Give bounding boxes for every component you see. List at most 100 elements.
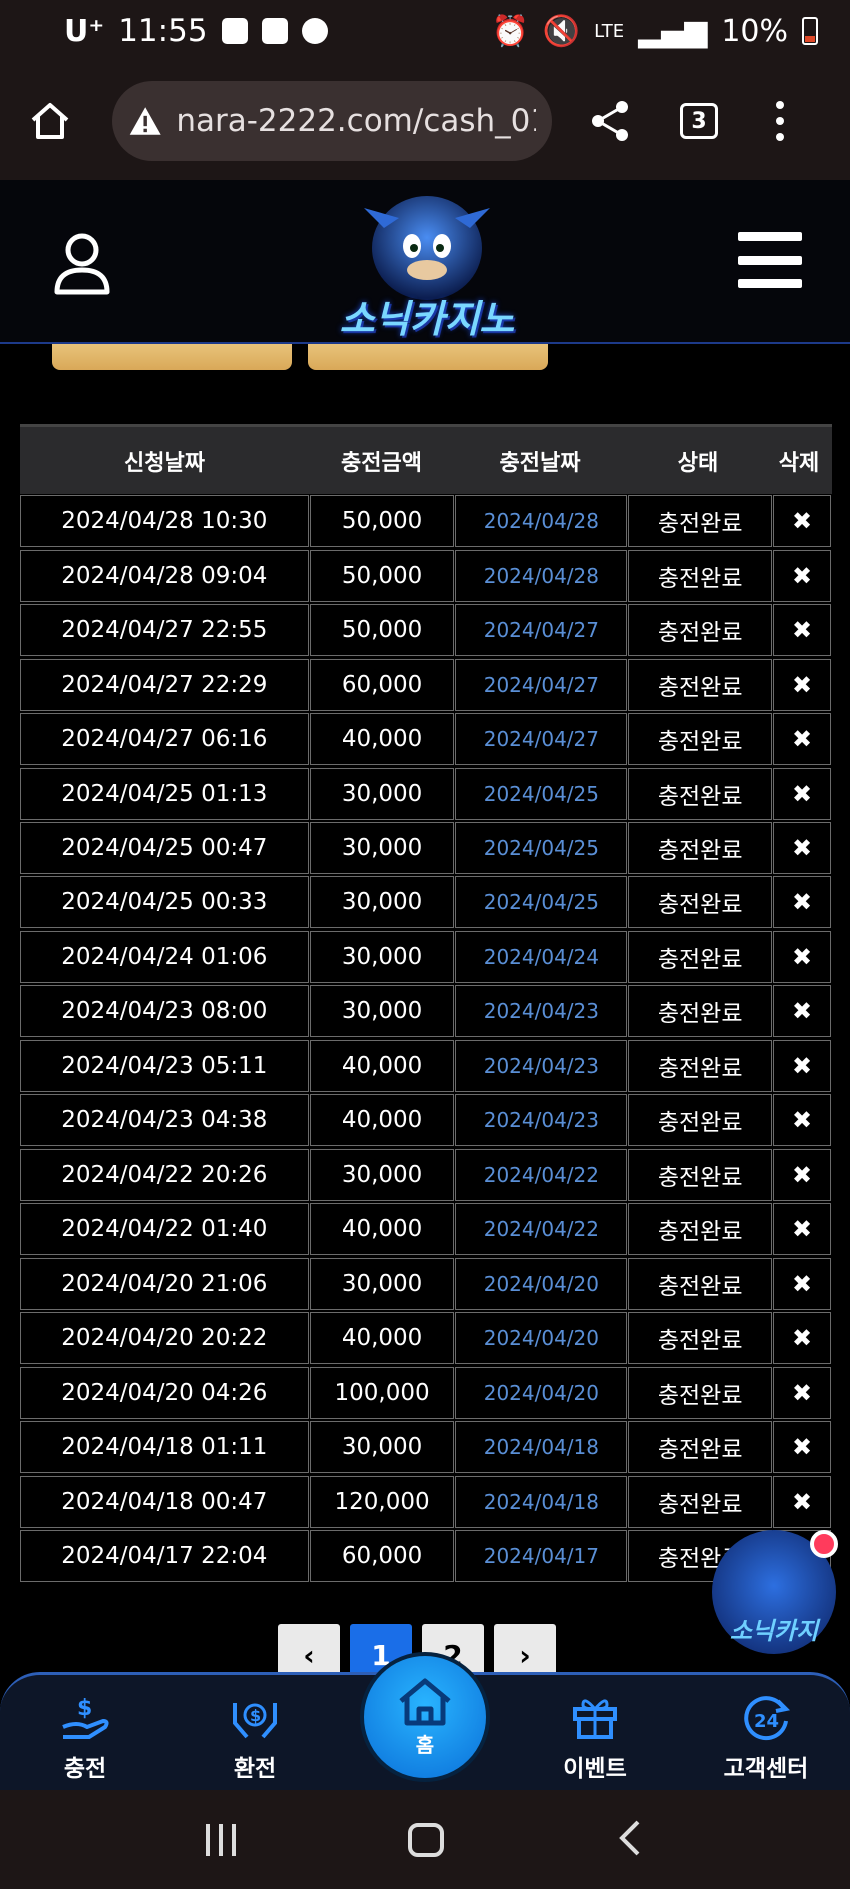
status-cell: 충전완료 xyxy=(628,495,773,548)
nav-home-button[interactable]: 홈 xyxy=(360,1652,490,1782)
tab-button-right[interactable] xyxy=(308,344,548,370)
table-row: 2024/04/20 20:22 40,000 2024/04/20 충전완료 ✖ xyxy=(20,1311,832,1365)
delete-button[interactable]: ✖ xyxy=(773,1203,832,1256)
status-cell: 충전완료 xyxy=(628,1203,773,1256)
request-date-cell: 2024/04/25 00:33 xyxy=(20,876,309,929)
status-cell: 충전완료 xyxy=(628,1094,773,1147)
logo-text: 소닉카지노 xyxy=(339,297,515,341)
delete-button[interactable]: ✖ xyxy=(773,549,832,602)
site-logo[interactable]: 소닉카지노 xyxy=(324,188,530,341)
delete-button[interactable]: ✖ xyxy=(773,658,832,711)
image-notification-icon xyxy=(221,18,248,44)
delete-button[interactable]: ✖ xyxy=(773,1094,832,1147)
table-row: 2024/04/23 08:00 30,000 2024/04/23 충전완료 ✖ xyxy=(20,984,832,1038)
delete-button[interactable]: ✖ xyxy=(773,876,832,929)
charge-date-cell: 2024/04/27 xyxy=(455,658,628,711)
charge-date-cell: 2024/04/25 xyxy=(455,822,628,874)
delete-button[interactable]: ✖ xyxy=(773,604,832,657)
status-cell: 충전완료 xyxy=(628,1475,773,1528)
table-row: 2024/04/27 06:16 40,000 2024/04/27 충전완료 ✖ xyxy=(20,712,832,766)
svg-text:$: $ xyxy=(77,1696,92,1721)
home-icon xyxy=(399,1678,451,1725)
status-cell: 충전완료 xyxy=(628,1039,773,1092)
amount-cell: 30,000 xyxy=(309,822,455,874)
site-header: 소닉카지노 xyxy=(0,180,850,344)
delete-button[interactable]: ✖ xyxy=(773,1257,832,1310)
request-date-cell: 2024/04/25 00:47 xyxy=(20,822,309,874)
nav-event[interactable]: 이벤트 xyxy=(535,1693,655,1783)
address-bar[interactable]: nara-2222.com/cash_01_1. xyxy=(112,81,552,161)
browser-home-icon[interactable] xyxy=(28,99,72,143)
battery-icon xyxy=(802,17,818,45)
tab-button-left[interactable] xyxy=(52,344,292,370)
table-row: 2024/04/25 01:13 30,000 2024/04/25 충전완료 ✖ xyxy=(20,767,832,821)
charge-date-cell: 2024/04/20 xyxy=(455,1312,628,1365)
status-cell: 충전완료 xyxy=(628,930,773,983)
nav-support[interactable]: 24 고객센터 xyxy=(706,1693,826,1783)
amount-cell: 30,000 xyxy=(309,1421,455,1474)
delete-button[interactable]: ✖ xyxy=(773,1475,832,1528)
system-home-button[interactable] xyxy=(408,1822,444,1857)
amount-cell: 40,000 xyxy=(309,1039,455,1092)
mute-icon: 🔇 xyxy=(542,13,581,49)
amount-cell: 30,000 xyxy=(309,930,455,983)
back-button[interactable] xyxy=(616,1818,644,1862)
table-header: 신청날짜 충전금액 충전날짜 상태 삭제 xyxy=(20,424,832,494)
request-date-cell: 2024/04/20 04:26 xyxy=(20,1366,309,1419)
user-icon[interactable] xyxy=(52,232,112,296)
amount-cell: 50,000 xyxy=(309,604,455,657)
nav-home-label: 홈 xyxy=(415,1732,435,1757)
hamburger-menu-icon[interactable] xyxy=(738,232,802,288)
charge-date-cell: 2024/04/18 xyxy=(455,1475,628,1528)
charge-date-cell: 2024/04/20 xyxy=(455,1257,628,1310)
request-date-cell: 2024/04/28 09:04 xyxy=(20,549,309,602)
charge-date-cell: 2024/04/18 xyxy=(455,1421,628,1474)
amount-cell: 60,000 xyxy=(309,1530,455,1583)
charge-history-table: 신청날짜 충전금액 충전날짜 상태 삭제 2024/04/28 10:30 50,… xyxy=(20,424,832,1584)
table-row: 2024/04/23 04:38 40,000 2024/04/23 충전완료 ✖ xyxy=(20,1093,832,1147)
charge-date-cell: 2024/04/28 xyxy=(455,495,628,548)
table-row: 2024/04/23 05:11 40,000 2024/04/23 충전완료 ✖ xyxy=(20,1039,832,1093)
request-date-cell: 2024/04/20 20:22 xyxy=(20,1312,309,1365)
delete-button[interactable]: ✖ xyxy=(773,985,832,1038)
delete-button[interactable]: ✖ xyxy=(773,1148,832,1201)
table-row: 2024/04/24 01:06 30,000 2024/04/24 충전완료 ✖ xyxy=(20,930,832,984)
notification-dot xyxy=(810,1530,838,1558)
browser-toolbar: nara-2222.com/cash_01_1. 3 xyxy=(0,62,850,180)
delete-button[interactable]: ✖ xyxy=(773,1421,832,1474)
table-row: 2024/04/28 09:04 50,000 2024/04/28 충전완료 ✖ xyxy=(20,549,832,603)
gift-icon xyxy=(573,1699,617,1739)
browser-menu-icon[interactable] xyxy=(776,101,784,141)
delete-button[interactable]: ✖ xyxy=(773,1366,832,1419)
delete-button[interactable]: ✖ xyxy=(773,495,832,548)
charge-icon: $ xyxy=(62,1696,109,1739)
table-row: 2024/04/22 20:26 30,000 2024/04/22 충전완료 ✖ xyxy=(20,1148,832,1202)
status-cell: 충전완료 xyxy=(628,1148,773,1201)
delete-button[interactable]: ✖ xyxy=(773,1039,832,1092)
delete-button[interactable]: ✖ xyxy=(773,822,832,874)
recents-button[interactable] xyxy=(206,1823,236,1856)
warning-icon[interactable] xyxy=(128,103,162,139)
delete-button[interactable]: ✖ xyxy=(773,713,832,766)
request-date-cell: 2024/04/23 04:38 xyxy=(20,1094,309,1147)
svg-text:$: $ xyxy=(250,1706,261,1725)
charge-date-cell: 2024/04/17 xyxy=(455,1530,628,1583)
amount-cell: 40,000 xyxy=(309,713,455,766)
tab-switcher-button[interactable]: 3 xyxy=(680,103,718,139)
amount-cell: 30,000 xyxy=(309,876,455,929)
table-row: 2024/04/17 22:04 60,000 2024/04/17 충전완료 xyxy=(20,1529,832,1583)
share-icon[interactable] xyxy=(588,99,632,143)
nav-charge[interactable]: $ 충전 xyxy=(25,1693,145,1783)
nav-exchange[interactable]: $ 환전 xyxy=(195,1693,315,1783)
nav-event-label: 이벤트 xyxy=(563,1756,627,1782)
delete-button[interactable]: ✖ xyxy=(773,1312,832,1365)
delete-button[interactable]: ✖ xyxy=(773,767,832,820)
system-navigation-bar xyxy=(0,1790,850,1889)
table-row: 2024/04/20 04:26 100,000 2024/04/20 충전완료 ✖ xyxy=(20,1366,832,1420)
amount-cell: 50,000 xyxy=(309,549,455,602)
floating-chat-badge[interactable]: 소닉카지 xyxy=(712,1530,838,1654)
url-text[interactable]: nara-2222.com/cash_01_1. xyxy=(176,103,536,139)
table-row: 2024/04/18 00:47 120,000 2024/04/18 충전완료 ✖ xyxy=(20,1475,832,1529)
table-row: 2024/04/27 22:55 50,000 2024/04/27 충전완료 ✖ xyxy=(20,603,832,657)
delete-button[interactable]: ✖ xyxy=(773,930,832,983)
